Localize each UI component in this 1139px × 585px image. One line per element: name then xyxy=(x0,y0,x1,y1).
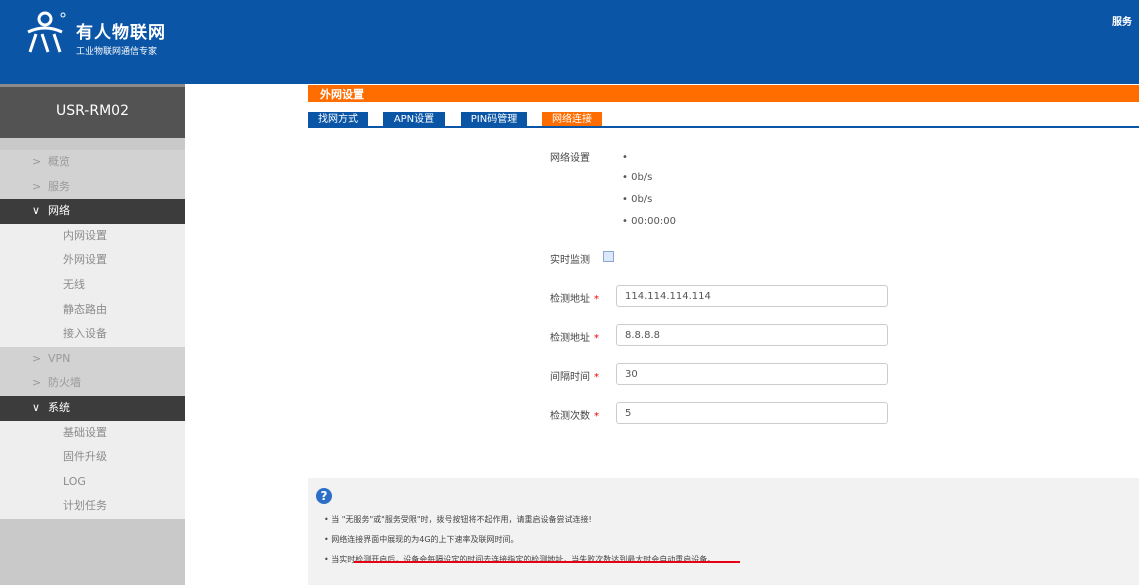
chevron-right-icon: > xyxy=(32,155,42,168)
field-label: 检测次数 * xyxy=(550,411,599,422)
help-line: • 网络连接界面中展现的为4G的上下速率及联网时间。 xyxy=(324,535,519,544)
device-header: USR-RM02 xyxy=(0,84,185,138)
sidebar-item-label: 概览 xyxy=(48,155,70,168)
highlight-underline xyxy=(354,561,740,563)
brand-slogan: 工业物联网通信专家 xyxy=(76,47,158,57)
field-label: 间隔时间 * xyxy=(550,372,599,383)
detect-count-input[interactable] xyxy=(616,402,888,424)
sidebar-item-scheduled-tasks[interactable]: 计划任务 xyxy=(0,494,185,519)
sidebar-item-services[interactable]: > 服务 xyxy=(0,174,185,200)
help-line: • 当 "无服务"或"服务受限"时，拨号按钮将不起作用，请重启设备尝试连接! xyxy=(324,515,592,524)
tabs-underline xyxy=(308,126,1139,128)
sidebar-item-network[interactable]: ∨ 网络 xyxy=(0,199,185,224)
help-line: • 当实时检测开启后，设备会每隔设定的时间去连接指定的检测地址，当失败次数达到最… xyxy=(324,555,716,564)
sidebar-item-vpn[interactable]: > VPN xyxy=(0,346,185,372)
chevron-right-icon: > xyxy=(32,351,42,365)
service-link[interactable]: 服务 xyxy=(1112,13,1132,28)
question-circle-icon: ? xyxy=(316,488,332,504)
sidebar-item-firewall[interactable]: > 防火墙 xyxy=(0,371,185,396)
brand-logo-icon xyxy=(27,11,66,53)
detect-address-1-input[interactable] xyxy=(616,285,888,307)
section-title-bar: 外网设置 xyxy=(308,85,1139,102)
sidebar-menu: > 概览 > 服务 ∨ 网络 内网设置 外网设置 无线 静态路由 接入设备 > … xyxy=(0,150,185,519)
chevron-right-icon: > xyxy=(32,376,42,390)
sidebar-item-label: 网络 xyxy=(48,204,70,218)
sidebar-item-overview[interactable]: > 概览 xyxy=(0,150,185,175)
interval-time-input[interactable] xyxy=(616,363,888,385)
sidebar-item-basic-settings[interactable]: 基础设置 xyxy=(0,420,185,446)
sidebar-item-static-route[interactable]: 静态路由 xyxy=(0,297,185,323)
realtime-monitor-label: 实时监测 xyxy=(550,255,590,266)
sidebar-item-label: 系统 xyxy=(48,400,70,414)
help-panel: ? • 当 "无服务"或"服务受限"时，拨号按钮将不起作用，请重启设备尝试连接!… xyxy=(308,478,1139,585)
network-status-item: • 00:00:00 xyxy=(622,216,676,227)
network-status-item: • xyxy=(622,152,628,163)
section-title: 外网设置 xyxy=(320,88,364,101)
sidebar-item-label: 服务 xyxy=(48,179,70,193)
brand-name: 有人物联网 xyxy=(76,23,166,43)
sidebar-item-lan-settings[interactable]: 内网设置 xyxy=(0,223,185,249)
sidebar-item-system[interactable]: ∨ 系统 xyxy=(0,395,185,421)
sidebar-item-connected-devices[interactable]: 接入设备 xyxy=(0,322,185,347)
sidebar-item-log[interactable]: LOG xyxy=(0,469,185,495)
network-status-label: 网络设置 xyxy=(550,153,590,164)
network-status-item: • 0b/s xyxy=(622,194,653,205)
network-status-item: • 0b/s xyxy=(622,172,653,183)
field-label: 检测地址 * xyxy=(550,294,599,305)
realtime-monitor-checkbox[interactable] xyxy=(603,251,614,262)
detect-address-2-input[interactable] xyxy=(616,324,888,346)
chevron-down-icon: ∨ xyxy=(32,400,41,414)
chevron-down-icon: ∨ xyxy=(32,204,41,218)
sidebar-item-label: 防火墙 xyxy=(48,376,81,390)
chevron-right-icon: > xyxy=(32,179,42,193)
sidebar-item-firmware-upgrade[interactable]: 固件升级 xyxy=(0,445,185,470)
sidebar: USR-RM02 > 概览 > 服务 ∨ 网络 内网设置 外网设置 无线 静态路… xyxy=(0,84,185,585)
sidebar-item-wireless[interactable]: 无线 xyxy=(0,272,185,298)
sidebar-item-wan-settings[interactable]: 外网设置 xyxy=(0,248,185,273)
field-label: 检测地址 * xyxy=(550,333,599,344)
sidebar-item-label: VPN xyxy=(48,351,71,365)
top-header: 有人物联网 工业物联网通信专家 服务 xyxy=(0,0,1139,84)
device-name: USR-RM02 xyxy=(56,103,129,119)
